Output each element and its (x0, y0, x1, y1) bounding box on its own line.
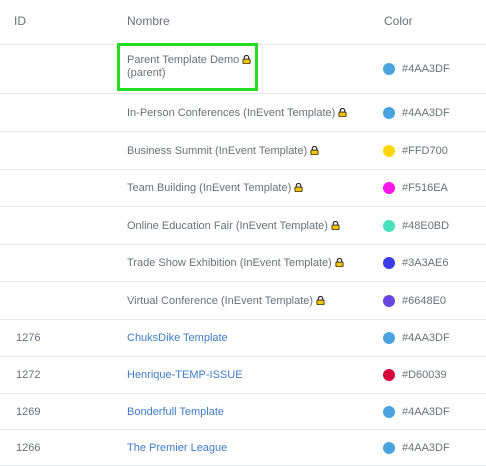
template-name-link[interactable]: Bonderfull Template (127, 406, 224, 418)
template-name-text: Team Building (InEvent Template) (127, 182, 292, 194)
template-name-text: Henrique-TEMP-ISSUE (127, 369, 243, 381)
row-id: 1276 (16, 332, 41, 344)
template-name-text: Online Education Fair (InEvent Template) (127, 220, 328, 232)
template-name-text: Bonderfull Template (127, 406, 225, 418)
table-row[interactable]: Team Building (InEvent Template) #F516EA (0, 170, 486, 207)
lock-icon (310, 145, 319, 156)
template-name-link[interactable]: The Premier League (127, 442, 227, 454)
table-row[interactable]: 1266 The Premier League #4AA3DF (0, 430, 486, 466)
color-swatch (383, 182, 395, 194)
color-swatch (383, 220, 395, 232)
table-row[interactable]: 1276 ChuksDike Template #4AA3DF (0, 320, 486, 357)
color-hex: #4AA3DF (402, 406, 450, 418)
template-name-link[interactable]: ChuksDike Template (127, 332, 228, 344)
lock-icon (294, 182, 303, 193)
color-swatch (383, 107, 395, 119)
color-hex: #6648E0 (402, 295, 447, 307)
table-header: ID Nombre Color (0, 0, 486, 45)
color-swatch (383, 295, 395, 307)
lock-icon (338, 107, 347, 118)
table-row[interactable]: In-Person Conferences (InEvent Template)… (0, 94, 486, 132)
lock-icon (335, 257, 344, 268)
color-hex: #FFD700 (402, 145, 448, 157)
color-swatch (383, 63, 395, 75)
row-id: 1269 (16, 406, 41, 418)
column-header-id[interactable]: ID (14, 14, 26, 28)
template-name-text: Virtual Conference (InEvent Template) (127, 295, 314, 307)
table-row[interactable]: Business Summit (InEvent Template) #FFD70… (0, 132, 486, 170)
lock-icon (331, 220, 340, 231)
color-hex: #4AA3DF (402, 442, 450, 454)
template-name-text: Trade Show Exhibition (InEvent Template) (127, 257, 332, 269)
row-id: 1266 (16, 442, 41, 454)
template-subtitle: (parent) (127, 67, 166, 79)
color-swatch (383, 406, 395, 418)
table-row[interactable]: Parent Template Demo (parent) #4AA3DF (0, 45, 486, 94)
template-name-text: In-Person Conferences (InEvent Template) (127, 107, 336, 119)
table-body: Parent Template Demo (parent) #4AA3DF In-Pe… (0, 45, 486, 466)
column-header-color[interactable]: Color (384, 14, 413, 28)
color-hex: #F516EA (402, 182, 448, 194)
color-swatch (383, 145, 395, 157)
lock-icon (242, 54, 251, 65)
template-name: Online Education Fair (InEvent Template) (127, 220, 340, 232)
template-name: In-Person Conferences (InEvent Template) (127, 107, 347, 119)
template-name-text: Parent Template Demo (127, 54, 240, 66)
template-name: Business Summit (InEvent Template) (127, 145, 319, 157)
table-row[interactable]: 1269 Bonderfull Template #4AA3DF (0, 394, 486, 430)
color-hex: #3A3AE6 (402, 257, 449, 269)
table-row[interactable]: Online Education Fair (InEvent Template)… (0, 207, 486, 245)
template-name: Team Building (InEvent Template) (127, 182, 303, 194)
color-swatch (383, 442, 395, 454)
template-name-text: The Premier League (127, 442, 228, 454)
template-name-text: ChuksDike Template (127, 332, 228, 344)
template-name: Parent Template Demo (parent) (127, 54, 251, 80)
color-swatch (383, 332, 395, 344)
lock-icon (316, 295, 325, 306)
column-header-name[interactable]: Nombre (127, 14, 170, 28)
template-name: Trade Show Exhibition (InEvent Template) (127, 257, 344, 269)
template-name-text: Business Summit (InEvent Template) (127, 145, 308, 157)
templates-table: ID Nombre Color Parent Template Demo (par… (0, 0, 486, 466)
template-name: Virtual Conference (InEvent Template) (127, 295, 325, 307)
table-row[interactable]: Virtual Conference (InEvent Template) #66… (0, 282, 486, 320)
template-name-link[interactable]: Henrique-TEMP-ISSUE (127, 369, 243, 381)
color-swatch (383, 369, 395, 381)
color-hex: #4AA3DF (402, 332, 450, 344)
row-id: 1272 (16, 369, 41, 381)
table-row[interactable]: 1272 Henrique-TEMP-ISSUE #D60039 (0, 357, 486, 394)
color-hex: #D60039 (402, 369, 447, 381)
table-row[interactable]: Trade Show Exhibition (InEvent Template)… (0, 245, 486, 282)
color-swatch (383, 257, 395, 269)
color-hex: #48E0BD (402, 220, 450, 232)
color-hex: #4AA3DF (402, 107, 450, 119)
color-hex: #4AA3DF (402, 63, 450, 75)
